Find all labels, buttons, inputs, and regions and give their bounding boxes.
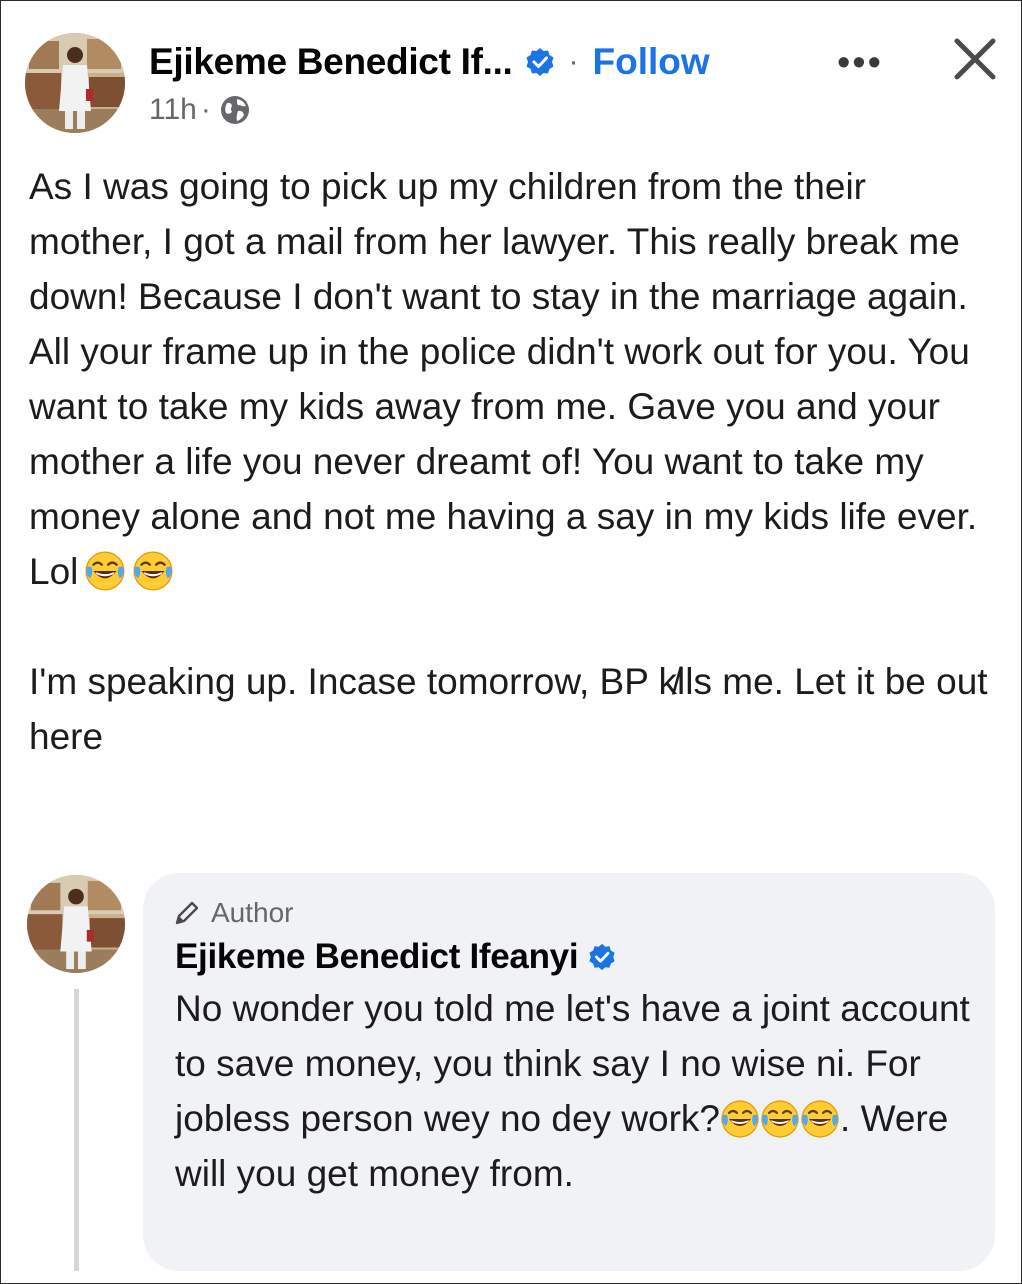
post-paragraph: As I was going to pick up my children fr…	[29, 159, 999, 599]
meta-separator: ·	[200, 93, 211, 126]
laughing-tears-emoji-icon	[132, 550, 174, 592]
laughing-tears-emoji-icon	[760, 1099, 800, 1139]
author-badge: Author	[173, 897, 294, 929]
verified-badge-icon	[588, 943, 616, 971]
post-time[interactable]: 11h	[149, 93, 197, 127]
close-icon[interactable]	[951, 35, 999, 83]
laughing-tears-emoji-icon	[84, 550, 126, 592]
author-name-row: Ejikeme Benedict If... · Follow	[149, 37, 710, 87]
globe-icon	[219, 94, 251, 126]
laughing-tears-emoji-icon	[720, 1099, 760, 1139]
laughing-tears-emoji-icon	[800, 1099, 840, 1139]
post-paragraph-text: As I was going to pick up my children fr…	[29, 166, 978, 592]
comment-text: No wonder you told me let's have a joint…	[175, 981, 975, 1201]
thread-line	[74, 989, 79, 1271]
author-avatar[interactable]	[25, 33, 125, 133]
pencil-icon	[173, 899, 201, 927]
verified-badge-icon	[525, 47, 555, 77]
author-name[interactable]: Ejikeme Benedict If...	[149, 41, 513, 83]
commenter-name[interactable]: Ejikeme Benedict Ifeanyi	[175, 937, 579, 977]
post-paragraph-text: I'm speaking up. Incase tomorrow, BP k̸l…	[29, 661, 988, 757]
comment-bubble: Author Ejikeme Benedict Ifeanyi No wonde…	[143, 873, 995, 1271]
post-meta: 11h ·	[149, 93, 251, 127]
separator-dot: ·	[568, 45, 579, 78]
post-header: Ejikeme Benedict If... · Follow ••• 11h …	[25, 29, 1005, 135]
commenter-avatar[interactable]	[27, 875, 125, 973]
author-badge-label: Author	[211, 897, 294, 928]
more-options-icon[interactable]: •••	[837, 43, 883, 83]
post-paragraph: I'm speaking up. Incase tomorrow, BP k̸l…	[29, 654, 999, 764]
follow-button[interactable]: Follow	[593, 41, 710, 83]
post-card: Ejikeme Benedict If... · Follow ••• 11h …	[0, 0, 1022, 1284]
commenter-name-row: Ejikeme Benedict Ifeanyi	[175, 937, 616, 977]
post-text: As I was going to pick up my children fr…	[29, 159, 999, 764]
